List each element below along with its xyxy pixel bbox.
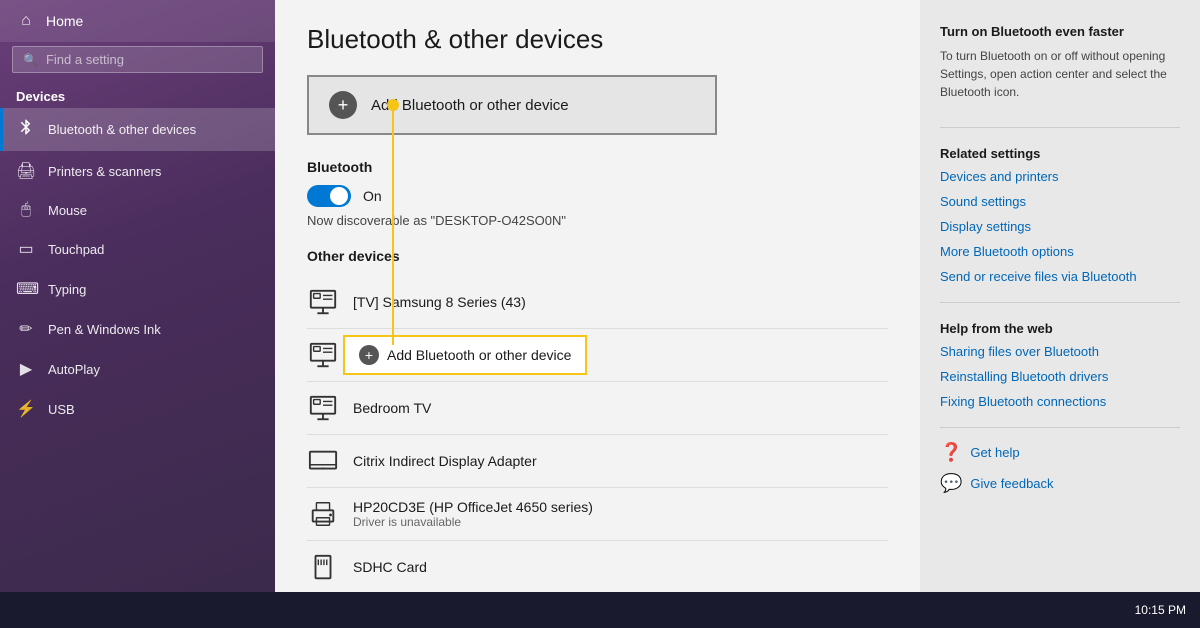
sidebar-item-touchpad[interactable]: ▭ Touchpad: [0, 229, 275, 269]
taskbar-time: 10:15 PM: [1135, 603, 1186, 617]
right-link-devices-printers[interactable]: Devices and printers: [940, 169, 1180, 184]
usb-icon: ⚡: [16, 399, 36, 419]
right-link-display[interactable]: Display settings: [940, 219, 1180, 234]
bluetooth-section: Bluetooth On Now discoverable as "DESKTO…: [307, 159, 888, 228]
right-link-reinstalling[interactable]: Reinstalling Bluetooth drivers: [940, 369, 1180, 384]
right-link-sound[interactable]: Sound settings: [940, 194, 1180, 209]
right-section3-title: Help from the web: [940, 321, 1180, 336]
sidebar-item-printers[interactable]: 🖨 Printers & scanners: [0, 151, 275, 191]
sidebar-item-autoplay-label: AutoPlay: [48, 362, 100, 377]
tv2-icon: [307, 339, 339, 371]
get-help-icon: ❓: [940, 442, 962, 463]
search-icon: 🔍: [23, 53, 38, 67]
get-help-label: Get help: [970, 445, 1019, 460]
device-item-sdhc: SDHC Card: [307, 541, 888, 593]
give-feedback-icon: 💬: [940, 473, 962, 494]
sidebar-item-touchpad-label: Touchpad: [48, 242, 104, 257]
sidebar-item-bluetooth-label: Bluetooth & other devices: [48, 122, 196, 137]
keyboard-icon: ⌨: [16, 279, 36, 299]
bluetooth-toggle-row: On: [307, 185, 888, 207]
give-feedback-row[interactable]: 💬 Give feedback: [940, 473, 1180, 494]
sidebar-item-typing-label: Typing: [48, 282, 86, 297]
right-divider-2: [940, 302, 1180, 303]
sidebar-item-mouse[interactable]: 🖱 Mouse: [0, 191, 275, 229]
sidebar-home-button[interactable]: ⌂ Home: [0, 0, 275, 42]
toggle-knob: [330, 187, 348, 205]
touchpad-icon: ▭: [16, 239, 36, 259]
device-bedroom-tv-name: Bedroom TV: [353, 400, 431, 416]
right-section2-title: Related settings: [940, 146, 1180, 161]
right-link-fixing[interactable]: Fixing Bluetooth connections: [940, 394, 1180, 409]
bluetooth-toggle[interactable]: [307, 185, 351, 207]
sidebar-item-mouse-label: Mouse: [48, 203, 87, 218]
right-divider-1: [940, 127, 1180, 128]
sidebar-item-printers-label: Printers & scanners: [48, 164, 161, 179]
sidebar-item-pen-label: Pen & Windows Ink: [48, 322, 161, 337]
bedroom-tv-icon: [307, 392, 339, 424]
sidebar-section-label: Devices: [0, 81, 275, 108]
device-hp-printer-info: HP20CD3E (HP OfficeJet 4650 series) Driv…: [353, 499, 593, 529]
sidebar-item-bluetooth[interactable]: Bluetooth & other devices: [0, 108, 275, 151]
taskbar: 10:15 PM: [0, 592, 1200, 628]
other-devices-section: Other devices [TV] Samsung 8 Series (43): [307, 248, 888, 593]
main-content: Bluetooth & other devices + Add Bluetoot…: [275, 0, 920, 628]
sidebar-item-pen[interactable]: ✏ Pen & Windows Ink: [0, 309, 275, 349]
device-item-samsung-tv: [TV] Samsung 8 Series (43): [307, 276, 888, 329]
tooltip-label: Add Bluetooth or other device: [387, 347, 571, 363]
pen-icon: ✏: [16, 319, 36, 339]
device-citrix-info: Citrix Indirect Display Adapter: [353, 453, 537, 469]
right-divider-3: [940, 427, 1180, 428]
sidebar-item-typing[interactable]: ⌨ Typing: [0, 269, 275, 309]
right-section1-title: Turn on Bluetooth even faster: [940, 24, 1180, 39]
right-link-bluetooth-options[interactable]: More Bluetooth options: [940, 244, 1180, 259]
home-label: Home: [46, 13, 83, 29]
sdhc-icon: [307, 551, 339, 583]
citrix-icon: [307, 445, 339, 477]
right-link-sharing[interactable]: Sharing files over Bluetooth: [940, 344, 1180, 359]
sidebar: ⌂ Home 🔍 Devices Bluetooth & other devic…: [0, 0, 275, 628]
right-panel: Turn on Bluetooth even faster To turn Bl…: [920, 0, 1200, 628]
printer2-icon: [307, 498, 339, 530]
autoplay-icon: ▶: [16, 359, 36, 379]
bluetooth-icon: [16, 118, 36, 141]
device-sdhc-name: SDHC Card: [353, 559, 427, 575]
device-item-citrix: Citrix Indirect Display Adapter: [307, 435, 888, 488]
search-box[interactable]: 🔍: [12, 46, 263, 73]
mouse-icon: 🖱: [16, 201, 36, 219]
right-link-send-receive[interactable]: Send or receive files via Bluetooth: [940, 269, 1180, 284]
page-title: Bluetooth & other devices: [307, 24, 888, 55]
add-device-button[interactable]: + Add Bluetooth or other device: [307, 75, 717, 135]
device-samsung-tv-info: [TV] Samsung 8 Series (43): [353, 294, 526, 310]
tv-icon: [307, 286, 339, 318]
right-section1-text: To turn Bluetooth on or off without open…: [940, 47, 1180, 101]
sidebar-item-autoplay[interactable]: ▶ AutoPlay: [0, 349, 275, 389]
device-hp-printer-sub: Driver is unavailable: [353, 515, 593, 529]
device-bedroom-tv-info: Bedroom TV: [353, 400, 431, 416]
get-help-row[interactable]: ❓ Get help: [940, 442, 1180, 463]
tooltip-plus-icon: +: [359, 345, 379, 365]
give-feedback-label: Give feedback: [970, 476, 1053, 491]
other-devices-label: Other devices: [307, 248, 888, 264]
discoverable-text: Now discoverable as "DESKTOP-O42SO0N": [307, 213, 888, 228]
device-item-hp-printer: HP20CD3E (HP OfficeJet 4650 series) Driv…: [307, 488, 888, 541]
device-samsung-tv-name: [TV] Samsung 8 Series (43): [353, 294, 526, 310]
home-icon: ⌂: [16, 12, 36, 30]
sidebar-item-usb[interactable]: ⚡ USB: [0, 389, 275, 429]
device-hp-printer-name: HP20CD3E (HP OfficeJet 4650 series): [353, 499, 593, 515]
toggle-state-label: On: [363, 188, 382, 204]
printer-icon: 🖨: [16, 161, 36, 181]
sidebar-item-usb-label: USB: [48, 402, 75, 417]
device-item-bedroom-tv-actual: Bedroom TV: [307, 382, 888, 435]
device-item-bedroom-tv: + Add Bluetooth or other device: [307, 329, 888, 382]
add-icon: +: [329, 91, 357, 119]
add-device-label: Add Bluetooth or other device: [371, 97, 569, 114]
device-citrix-name: Citrix Indirect Display Adapter: [353, 453, 537, 469]
search-input[interactable]: [46, 52, 252, 67]
device-sdhc-info: SDHC Card: [353, 559, 427, 575]
bluetooth-label: Bluetooth: [307, 159, 888, 175]
add-device-tooltip[interactable]: + Add Bluetooth or other device: [343, 335, 587, 375]
